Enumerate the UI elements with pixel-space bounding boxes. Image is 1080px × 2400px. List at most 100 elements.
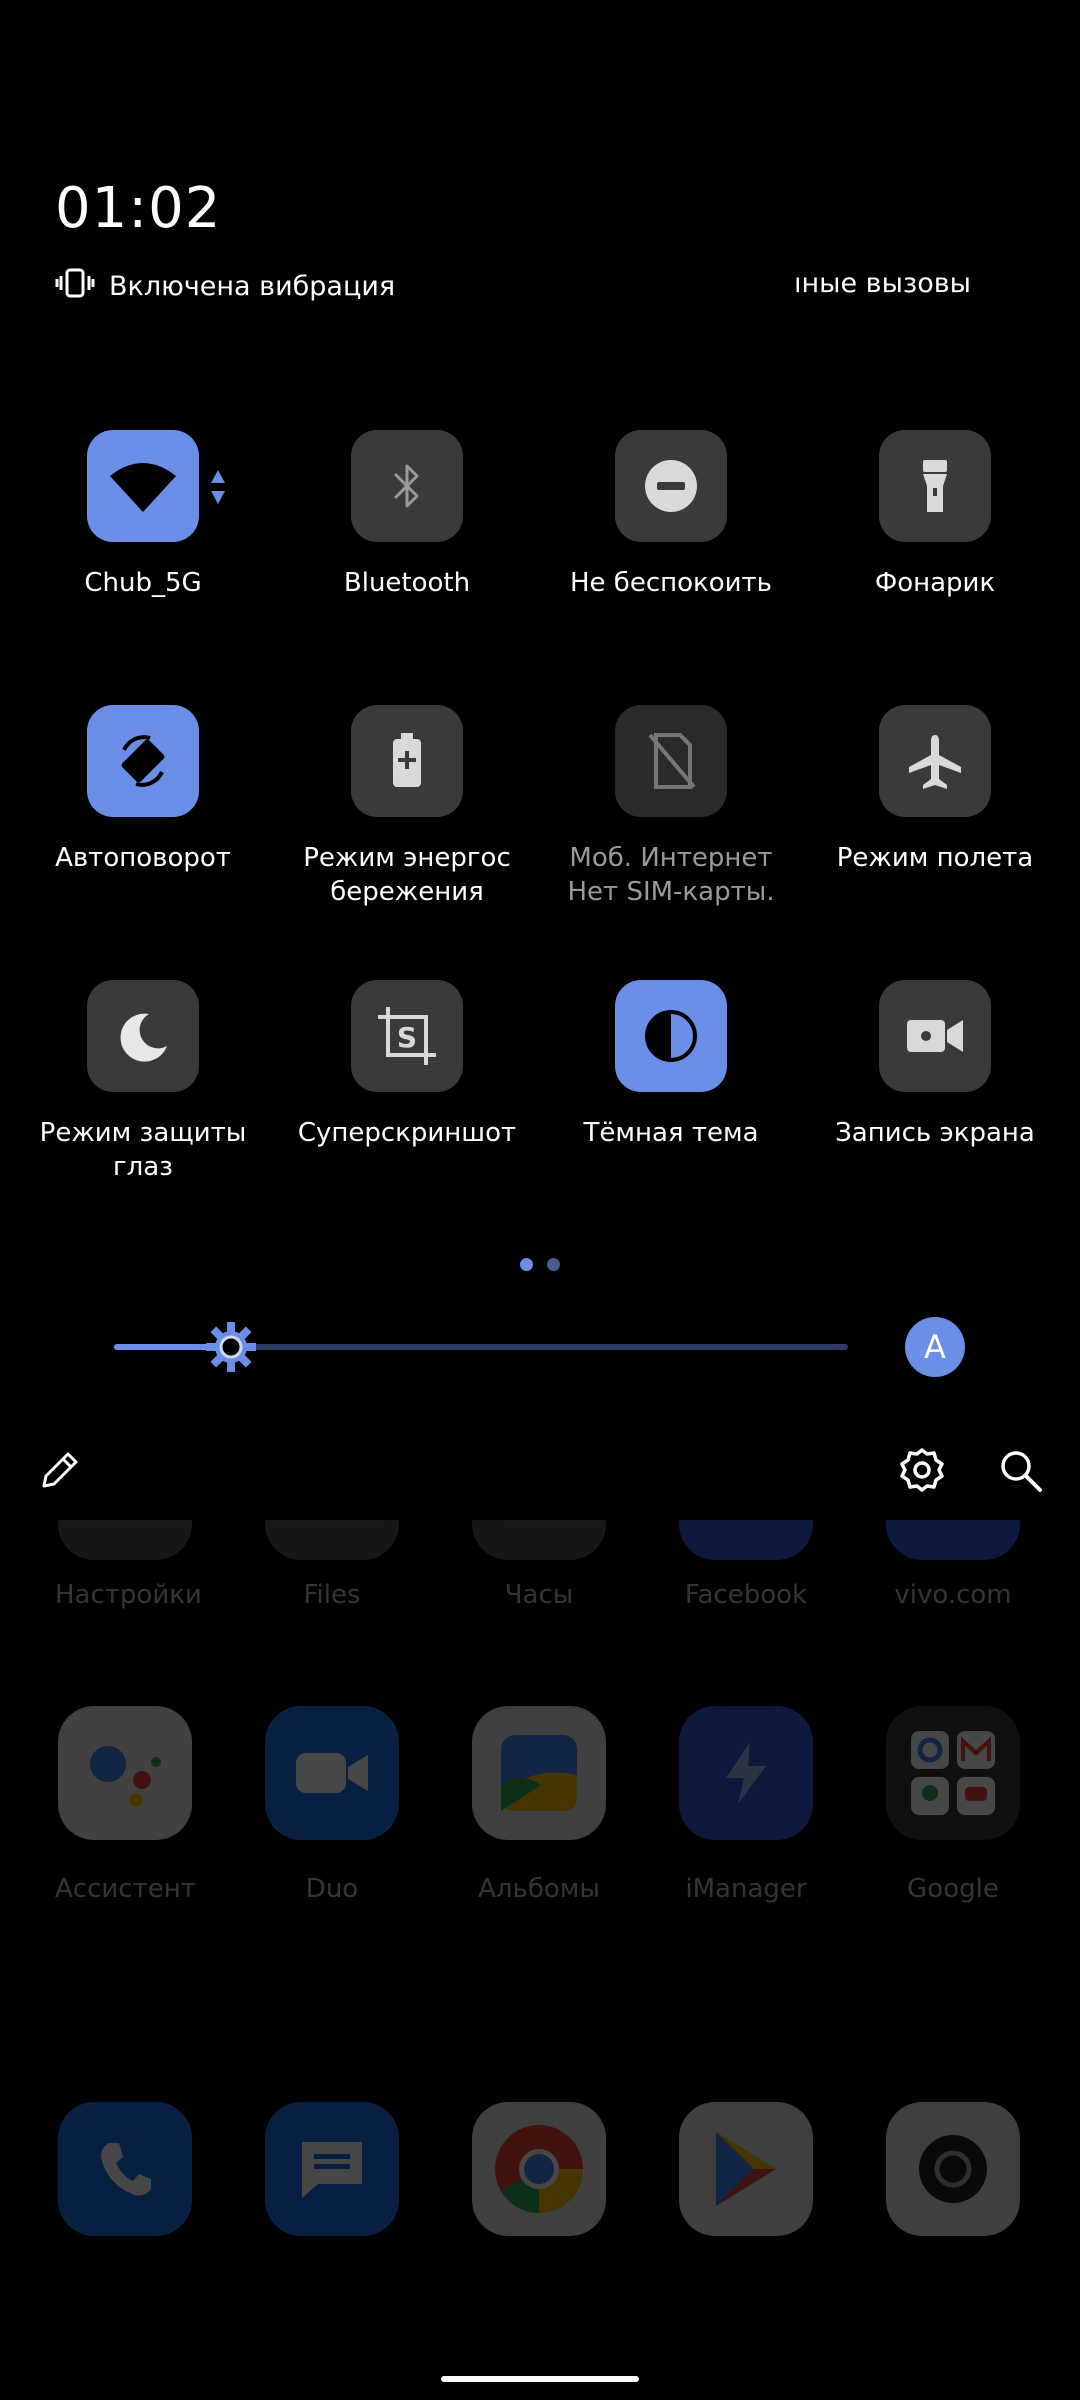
tile-airplane-mode[interactable]: Режим полета	[803, 705, 1067, 875]
brightness-slider[interactable]	[114, 1322, 848, 1372]
tile-battery-saver[interactable]: Режим энергос бережения	[275, 705, 539, 909]
app-settings: Настройки	[55, 1520, 202, 1610]
vibration-status: Включена вибрация	[55, 268, 395, 305]
home-screen-background: Настройки Files Часы Facebook vivo.com А…	[0, 0, 1080, 2400]
eye-protection-tile-button[interactable]	[87, 980, 199, 1092]
quick-settings-screen: Настройки Files Часы Facebook vivo.com А…	[0, 0, 1080, 2400]
tile-mobile-data[interactable]: Моб. Интернет Нет SIM-карты.	[539, 705, 803, 909]
phone-icon	[58, 2102, 192, 2236]
tile-label: Суперскриншот	[297, 1118, 517, 1148]
app-google: Google	[883, 1706, 1023, 1904]
search-icon	[1001, 1451, 1042, 1492]
bluetooth-icon	[393, 464, 419, 508]
no-sim-icon	[648, 733, 696, 789]
flashlight-tile-button[interactable]	[879, 430, 991, 542]
super-screenshot-icon: S	[378, 1007, 436, 1065]
airplane-tile-button[interactable]	[879, 705, 991, 817]
tile-do-not-disturb[interactable]: Не беспокоить	[539, 430, 803, 600]
messages-icon	[265, 2102, 399, 2236]
screen-record-tile-button[interactable]	[879, 980, 991, 1092]
app-imanager: iManager	[676, 1706, 816, 1904]
airplane-icon	[909, 735, 961, 789]
camera-icon	[886, 2102, 1020, 2236]
auto-rotate-icon	[121, 735, 165, 787]
vibration-text: Включена вибрация	[109, 271, 396, 302]
settings-button[interactable]	[892, 1440, 952, 1500]
auto-brightness-button[interactable]: A	[905, 1317, 965, 1377]
tile-label: Автоповорот	[55, 843, 231, 873]
duo-app-icon	[265, 1706, 399, 1840]
moon-icon	[120, 1013, 167, 1062]
vivo-app-icon	[886, 1520, 1020, 1560]
battery-saver-icon	[393, 733, 421, 787]
dock-chrome	[469, 2102, 609, 2236]
dnd-tile-button[interactable]	[615, 430, 727, 542]
imanager-app-icon	[679, 1706, 813, 1840]
tile-sublabel: Нет SIM-карты.	[567, 877, 775, 907]
do-not-disturb-icon	[645, 460, 697, 512]
search-button[interactable]	[990, 1440, 1050, 1500]
tile-label: Запись экрана	[835, 1118, 1035, 1148]
app-clock: Часы	[469, 1520, 609, 1610]
wifi-icon	[110, 463, 176, 512]
app-vivo: vivo.com	[883, 1520, 1023, 1610]
tile-eye-protection[interactable]: Режим защиты глаз	[11, 980, 275, 1184]
tile-super-screenshot[interactable]: S Суперскриншот	[275, 980, 539, 1150]
tile-flashlight[interactable]: Фонарик	[803, 430, 1067, 600]
auto-rotate-tile-button[interactable]	[87, 705, 199, 817]
home-dock	[0, 2102, 1080, 2302]
settings-app-icon	[58, 1520, 192, 1560]
home-row-2: Ассистент Duo Альбомы iManager Google	[0, 1706, 1080, 1906]
tile-label: Режим полета	[836, 843, 1034, 873]
wifi-tile-button[interactable]	[87, 430, 225, 542]
tile-label: Не беспокоить	[569, 568, 773, 598]
tile-dark-theme[interactable]: Тёмная тема	[539, 980, 803, 1150]
mobile-data-tile-button[interactable]	[615, 705, 727, 817]
svg-text:S: S	[397, 1021, 417, 1054]
tile-auto-rotate[interactable]: Автоповорот	[11, 705, 275, 875]
screen-record-icon	[907, 1020, 963, 1052]
tile-label: Режим защиты глаз	[39, 1118, 247, 1182]
edit-tiles-button[interactable]	[30, 1440, 90, 1500]
albums-app-icon	[472, 1706, 606, 1840]
tile-label: Режим энергос бережения	[303, 843, 511, 907]
super-screenshot-tile-button[interactable]: S	[351, 980, 463, 1092]
app-assistant: Ассистент	[55, 1706, 196, 1904]
tile-label: Тёмная тема	[583, 1118, 759, 1148]
tile-label: Фонарик	[874, 568, 996, 598]
calls-status-text: ıные вызовы	[794, 268, 972, 299]
play-store-icon	[679, 2102, 813, 2236]
dark-theme-tile-button[interactable]	[615, 980, 727, 1092]
page-indicator[interactable]	[520, 1258, 560, 1271]
tile-label: Chub_5G	[84, 568, 202, 598]
wifi-activity-icon	[211, 470, 225, 508]
gear-icon	[900, 1448, 944, 1492]
battery-saver-tile-button[interactable]	[351, 705, 463, 817]
dock-messages	[262, 2102, 402, 2236]
tile-wifi[interactable]: Chub_5G	[11, 430, 275, 600]
files-app-icon	[265, 1520, 399, 1560]
tile-screen-record[interactable]: Запись экрана	[803, 980, 1067, 1150]
assistant-app-icon	[58, 1706, 192, 1840]
bluetooth-tile-button[interactable]	[351, 430, 463, 542]
clock-time: 01:02	[55, 176, 222, 241]
clock-app-icon	[472, 1520, 606, 1560]
flashlight-icon	[923, 460, 947, 512]
dock-play-store	[676, 2102, 816, 2236]
facebook-app-icon	[679, 1520, 813, 1560]
gesture-nav-handle[interactable]	[441, 2376, 639, 2382]
dark-theme-icon	[645, 1010, 697, 1062]
tile-bluetooth[interactable]: Bluetooth	[275, 430, 539, 600]
sun-icon	[206, 1322, 256, 1372]
page-dot-1[interactable]	[520, 1258, 533, 1271]
google-folder-icon	[886, 1706, 1020, 1840]
page-dot-2[interactable]	[547, 1258, 560, 1271]
home-row-1: Настройки Files Часы Facebook vivo.com	[0, 1520, 1080, 1720]
tile-label: Bluetooth	[343, 568, 471, 598]
pencil-icon	[42, 1452, 78, 1488]
app-duo: Duo	[262, 1706, 402, 1904]
app-albums: Альбомы	[469, 1706, 609, 1904]
chrome-icon	[472, 2102, 606, 2236]
tile-label: Моб. Интернет	[569, 843, 773, 873]
brightness-thumb[interactable]	[206, 1322, 256, 1372]
